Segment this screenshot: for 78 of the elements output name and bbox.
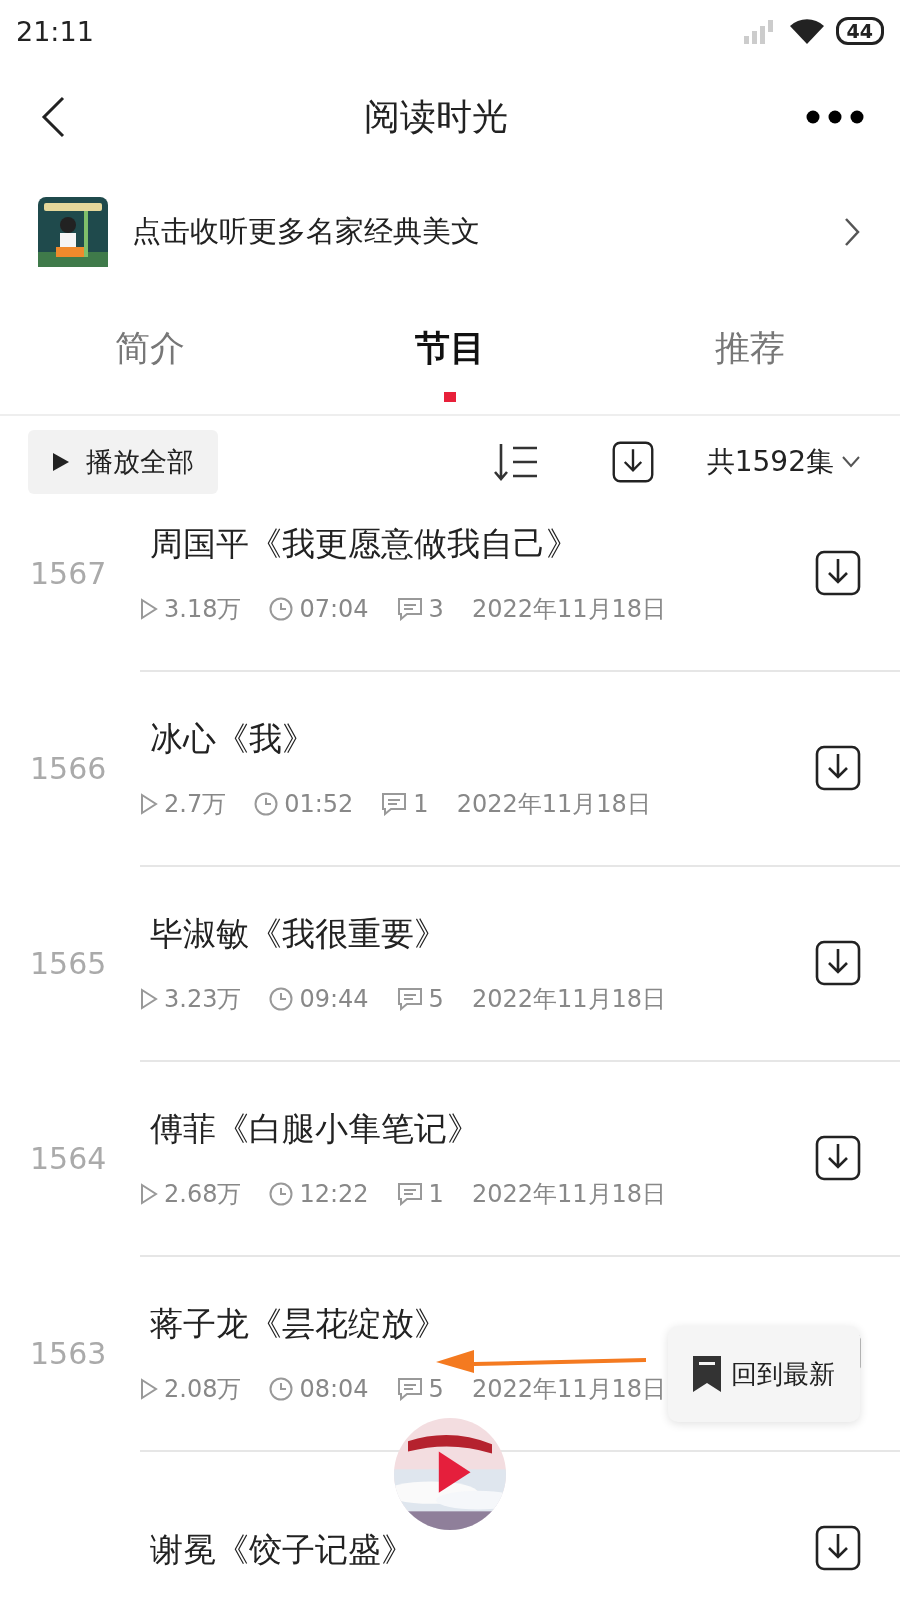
episode-title[interactable]: 周国平《我更愿意做我自己》	[140, 526, 579, 563]
back-button[interactable]	[40, 95, 66, 139]
album-banner[interactable]: 点击收听更多名家经典美文	[0, 172, 900, 292]
clock-icon	[269, 1376, 294, 1401]
caret-icon	[842, 456, 860, 468]
comment-count: 5	[428, 984, 444, 1013]
episode-title[interactable]: 谢冕《饺子记盛》	[140, 1532, 414, 1569]
episode-title[interactable]: 蒋子龙《昙花绽放》	[140, 1306, 447, 1343]
publish-date: 2022年11月18日	[471, 1178, 667, 1210]
episode-title[interactable]: 傅菲《白腿小隼笔记》	[140, 1111, 480, 1148]
download-icon	[814, 548, 862, 597]
episode-number: 1567	[30, 556, 107, 591]
publish-date: 2022年11月18日	[471, 593, 667, 625]
battery-level: 44	[835, 17, 884, 45]
clock-icon	[254, 791, 279, 816]
play-count: 2.7万	[164, 788, 227, 820]
play-count-icon	[140, 1377, 158, 1400]
download-icon	[814, 743, 862, 792]
publish-date: 2022年11月18日	[456, 788, 651, 820]
back-to-latest-toast[interactable]: 回到最新	[668, 1326, 860, 1422]
episode-number: 1563	[30, 1336, 107, 1371]
comment-count: 1	[428, 1179, 444, 1208]
duration: 07:04	[299, 594, 369, 623]
download-button[interactable]	[814, 938, 862, 987]
play-icon	[52, 452, 70, 472]
comment-count: 1	[413, 789, 429, 818]
tab[interactable]: 节目	[415, 324, 485, 372]
comment-icon	[396, 1376, 423, 1401]
download-icon	[814, 1133, 862, 1182]
play-count: 2.08万	[164, 1373, 242, 1405]
tab[interactable]: 简介	[115, 324, 185, 372]
clock-icon	[269, 596, 294, 621]
play-all-button[interactable]: 播放全部	[28, 430, 218, 494]
comment-icon	[396, 596, 423, 621]
duration: 01:52	[284, 789, 354, 818]
download-button[interactable]	[814, 548, 862, 597]
clock-icon	[269, 1181, 294, 1206]
download-button[interactable]	[814, 1523, 862, 1572]
page-title: 阅读时光	[364, 94, 508, 139]
episode-title[interactable]: 冰心《我》	[140, 721, 315, 758]
clock-icon	[269, 986, 294, 1011]
tab[interactable]: 推荐	[715, 324, 785, 372]
download-button[interactable]	[814, 1133, 862, 1182]
chevron-right-icon	[844, 217, 860, 247]
banner-text: 点击收听更多名家经典美文	[132, 213, 481, 250]
publish-date: 2022年11月18日	[471, 1373, 667, 1405]
comment-icon	[381, 791, 408, 816]
play-count-icon	[140, 792, 158, 815]
episode-count-dropdown[interactable]: 共1592集	[706, 443, 860, 481]
wifi-icon	[789, 18, 824, 44]
episode-title[interactable]: 毕淑敏《我很重要》	[140, 916, 447, 953]
more-button[interactable]	[806, 110, 864, 124]
episode-number: 1566	[30, 751, 107, 786]
bookmark-icon	[693, 1356, 721, 1392]
comment-icon	[396, 986, 423, 1011]
download-icon	[610, 440, 655, 484]
comment-count: 3	[428, 594, 444, 623]
episode-number: 1565	[30, 946, 107, 981]
batch-download-button[interactable]	[610, 440, 655, 484]
duration: 12:22	[299, 1179, 369, 1208]
play-count-icon	[140, 987, 158, 1010]
status-time: 21:11	[16, 15, 94, 47]
tab-indicator	[444, 391, 456, 402]
play-count: 2.68万	[164, 1178, 242, 1210]
download-icon	[814, 938, 862, 987]
sort-button[interactable]	[492, 442, 539, 482]
publish-date: 2022年11月18日	[471, 983, 667, 1015]
episode-number: 1564	[30, 1141, 107, 1176]
play-count: 3.23万	[164, 983, 242, 1015]
play-count: 3.18万	[164, 593, 242, 625]
play-count-icon	[140, 1182, 158, 1205]
download-button[interactable]	[814, 743, 862, 792]
play-count-icon	[140, 597, 158, 620]
duration: 08:04	[299, 1374, 369, 1403]
comment-icon	[396, 1181, 423, 1206]
download-icon	[814, 1523, 862, 1572]
duration: 09:44	[299, 984, 369, 1013]
comment-count: 5	[428, 1374, 444, 1403]
